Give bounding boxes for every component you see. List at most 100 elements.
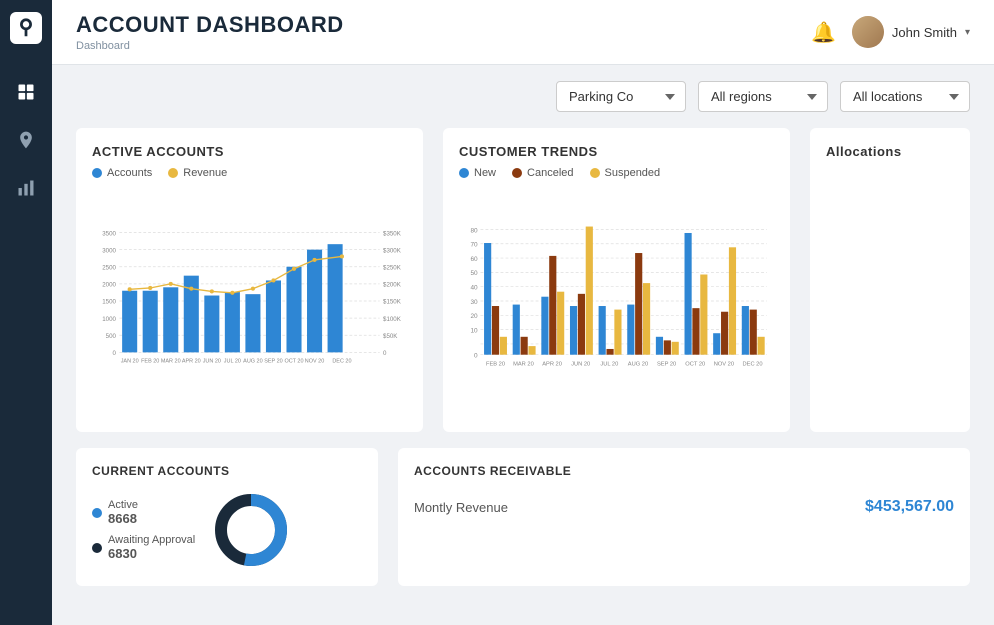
accounts-receivable-title: ACCOUNTS RECEIVABLE <box>414 464 954 478</box>
svg-text:$250K: $250K <box>383 265 402 272</box>
page-title: ACCOUNT DASHBOARD <box>76 12 344 38</box>
awaiting-value: 6830 <box>108 546 195 561</box>
accounts-dot <box>92 168 102 178</box>
ar-monthly-revenue-row: Montly Revenue $453,567.00 <box>414 490 954 524</box>
awaiting-dot <box>92 543 102 553</box>
ar-content: Montly Revenue $453,567.00 <box>414 490 954 524</box>
bell-icon[interactable]: 🔔 <box>811 20 836 45</box>
canceled-dot <box>512 168 522 178</box>
svg-text:50: 50 <box>470 270 478 277</box>
accounts-label: Accounts <box>107 167 152 179</box>
svg-text:NOV 20: NOV 20 <box>714 361 734 367</box>
svg-text:JUL 20: JUL 20 <box>600 361 618 367</box>
svg-text:40: 40 <box>470 285 478 292</box>
svg-text:$50K: $50K <box>383 333 398 340</box>
new-dot <box>459 168 469 178</box>
location-filter[interactable]: All locations Location 1 <box>840 81 970 112</box>
svg-text:NOV 20: NOV 20 <box>305 359 324 365</box>
svg-text:JUN 20: JUN 20 <box>571 361 590 367</box>
svg-text:3500: 3500 <box>102 230 116 237</box>
header-right: 🔔 John Smith ▾ <box>811 16 970 48</box>
content-area: Parking Co Company B All regions Region … <box>52 65 994 625</box>
svg-text:70: 70 <box>470 242 478 249</box>
svg-text:60: 60 <box>470 256 478 263</box>
svg-text:$150K: $150K <box>383 299 402 306</box>
awaiting-info: Awaiting Approval 6830 <box>108 534 195 561</box>
legend-revenue: Revenue <box>168 167 227 179</box>
svg-text:APR 20: APR 20 <box>182 359 201 365</box>
svg-text:$350K: $350K <box>383 230 402 237</box>
svg-text:SEP 20: SEP 20 <box>264 359 282 365</box>
svg-text:$100K: $100K <box>383 316 402 323</box>
ar-monthly-value: $453,567.00 <box>865 498 954 516</box>
customer-trends-title: CUSTOMER TRENDS <box>459 144 774 159</box>
svg-text:3000: 3000 <box>102 247 116 254</box>
accounts-receivable-card: ACCOUNTS RECEIVABLE Montly Revenue $453,… <box>398 448 970 586</box>
avatar-image <box>852 16 884 48</box>
revenue-label: Revenue <box>183 167 227 179</box>
canceled-label: Canceled <box>527 167 573 179</box>
ca-legend: Active 8668 Awaiting Approval 6830 <box>92 499 195 561</box>
breadcrumb: Dashboard <box>76 40 344 52</box>
sidebar-item-dashboard[interactable] <box>8 74 44 110</box>
ar-monthly-label: Montly Revenue <box>414 500 508 515</box>
active-accounts-svg-container: 3500 3000 2500 2000 1500 1000 500 0 $350… <box>92 191 407 416</box>
active-accounts-title: ACTIVE ACCOUNTS <box>92 144 407 159</box>
donut-chart <box>211 490 291 570</box>
sidebar-item-reports[interactable] <box>8 170 44 206</box>
svg-text:$300K: $300K <box>383 247 402 254</box>
new-label: New <box>474 167 496 179</box>
main-content: ACCOUNT DASHBOARD Dashboard 🔔 John Smith… <box>52 0 994 625</box>
svg-text:2500: 2500 <box>102 265 116 272</box>
chevron-down-icon: ▾ <box>965 27 970 38</box>
svg-text:10: 10 <box>470 328 478 335</box>
svg-text:MAR 20: MAR 20 <box>513 361 534 367</box>
sidebar-item-location[interactable] <box>8 122 44 158</box>
revenue-dot <box>168 168 178 178</box>
svg-text:0: 0 <box>383 350 387 357</box>
svg-text:80: 80 <box>470 227 478 234</box>
charts-row: ACTIVE ACCOUNTS Accounts Revenue <box>76 128 970 432</box>
active-label: Active <box>108 499 138 511</box>
svg-text:0: 0 <box>113 350 117 357</box>
legend-canceled: Canceled <box>512 167 573 179</box>
svg-text:FEB 20: FEB 20 <box>486 361 505 367</box>
filters-row: Parking Co Company B All regions Region … <box>76 81 970 112</box>
active-info: Active 8668 <box>108 499 138 526</box>
legend-suspended: Suspended <box>590 167 661 179</box>
svg-text:FEB 20: FEB 20 <box>141 359 159 365</box>
suspended-label: Suspended <box>605 167 661 179</box>
company-filter[interactable]: Parking Co Company B <box>556 81 686 112</box>
svg-text:DEC 20: DEC 20 <box>332 359 351 365</box>
ca-awaiting: Awaiting Approval 6830 <box>92 534 195 561</box>
user-menu[interactable]: John Smith ▾ <box>852 16 970 48</box>
active-accounts-legend: Accounts Revenue <box>92 167 407 179</box>
ca-active: Active 8668 <box>92 499 195 526</box>
svg-text:AUG 20: AUG 20 <box>628 361 648 367</box>
customer-trends-legend: New Canceled Suspended <box>459 167 774 179</box>
sidebar <box>0 0 52 625</box>
active-value: 8668 <box>108 511 138 526</box>
svg-text:20: 20 <box>470 313 478 320</box>
avatar <box>852 16 884 48</box>
svg-text:0: 0 <box>474 353 478 360</box>
svg-text:OCT 20: OCT 20 <box>284 359 303 365</box>
customer-trends-chart-card: CUSTOMER TRENDS New Canceled Suspended <box>443 128 790 432</box>
sidebar-logo <box>10 12 42 44</box>
active-accounts-chart-card: ACTIVE ACCOUNTS Accounts Revenue <box>76 128 423 432</box>
svg-text:JUN 20: JUN 20 <box>203 359 221 365</box>
active-dot <box>92 508 102 518</box>
suspended-dot <box>590 168 600 178</box>
header: ACCOUNT DASHBOARD Dashboard 🔔 John Smith… <box>52 0 994 65</box>
svg-text:30: 30 <box>470 299 478 306</box>
svg-text:OCT 20: OCT 20 <box>685 361 705 367</box>
active-accounts-svg: 3500 3000 2500 2000 1500 1000 500 0 $350… <box>92 191 407 411</box>
legend-new: New <box>459 167 496 179</box>
region-filter[interactable]: All regions Region 1 <box>698 81 828 112</box>
svg-text:2000: 2000 <box>102 282 116 289</box>
svg-text:$200K: $200K <box>383 282 402 289</box>
current-accounts-card: CURRENT ACCOUNTS Active 8668 <box>76 448 378 586</box>
customer-trends-svg-container: 80 70 60 50 40 30 20 10 0 <box>459 191 774 416</box>
svg-text:500: 500 <box>106 333 117 340</box>
svg-text:1000: 1000 <box>102 316 116 323</box>
